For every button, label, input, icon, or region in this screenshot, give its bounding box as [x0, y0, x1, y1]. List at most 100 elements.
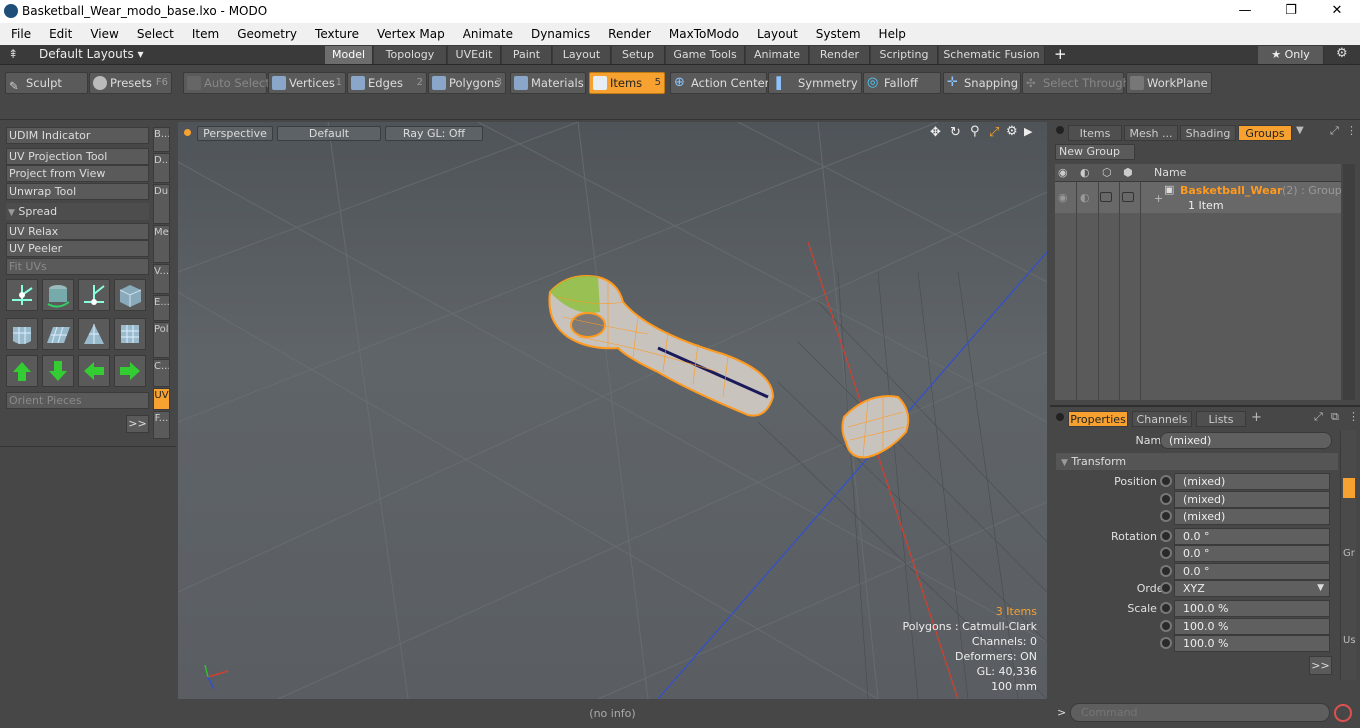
row-visibility-icon[interactable]: ◉ [1058, 191, 1068, 204]
tab-topology[interactable]: Topology [374, 46, 447, 64]
render-col-icon[interactable]: ◐ [1080, 166, 1090, 179]
properties-menu-icon[interactable]: ⋮ [1348, 410, 1359, 423]
groups-tab-dropdown-icon[interactable]: ▼ [1296, 125, 1304, 136]
menu-select[interactable]: Select [126, 27, 181, 41]
falloff-button[interactable]: ◎ Falloff [863, 72, 941, 94]
auto-select-button[interactable]: Auto Select [183, 72, 270, 94]
position-y-keyframe-icon[interactable] [1160, 493, 1172, 505]
menu-texture[interactable]: Texture [304, 27, 366, 41]
maximize-button[interactable]: ❐ [1268, 0, 1314, 23]
groups-scrollbar[interactable] [1343, 164, 1355, 400]
properties-float-icon[interactable]: ⧉ [1331, 410, 1339, 424]
vertices-button[interactable]: Vertices 1 [268, 72, 346, 94]
project-from-view-button[interactable]: Project from View [6, 165, 149, 182]
vtab-mesh-edit[interactable]: Mes... [153, 225, 170, 263]
shading-dropdown[interactable]: Default [277, 126, 381, 141]
menu-geometry[interactable]: Geometry [226, 27, 304, 41]
action-center-button[interactable]: ⊕ Action Center [670, 72, 769, 94]
orient-pieces-button[interactable]: Orient Pieces [6, 392, 149, 409]
row-select-checkbox[interactable] [1122, 192, 1134, 202]
uv-peeler-button[interactable]: UV Peeler [6, 240, 149, 257]
zoom-icon[interactable]: ⚲ [970, 124, 980, 139]
vtab-deform[interactable]: D... [153, 153, 170, 183]
vtab-fusion[interactable]: F... [153, 411, 170, 439]
order-keyframe-icon[interactable] [1160, 582, 1172, 594]
tab-items[interactable]: Items [1068, 125, 1122, 141]
tab-lists[interactable]: Lists [1196, 411, 1246, 427]
vtab-uv[interactable]: UV [153, 388, 170, 410]
tab-shading[interactable]: Shading [1180, 125, 1236, 141]
maximize-viewport-icon[interactable]: ⤢ [989, 125, 999, 140]
menu-layout[interactable]: Layout [746, 27, 805, 41]
scale-y-keyframe-icon[interactable] [1160, 620, 1172, 632]
tab-game-tools[interactable]: Game Tools [666, 46, 745, 64]
groups-menu-icon[interactable]: ⋮ [1346, 124, 1357, 137]
rotation-y-keyframe-icon[interactable] [1160, 547, 1172, 559]
sculpt-button[interactable]: ✎ Sculpt [5, 72, 88, 94]
workplane-button[interactable]: WorkPlane [1126, 72, 1212, 94]
select-col-icon[interactable]: ⬢ [1123, 166, 1133, 179]
menu-item[interactable]: Item [181, 27, 226, 41]
uv-sphere-icon[interactable] [6, 318, 38, 350]
uv-move-icon[interactable] [78, 279, 110, 311]
tab-setup[interactable]: Setup [612, 46, 665, 64]
scale-y-field[interactable]: 100.0 % [1174, 618, 1330, 635]
position-z-keyframe-icon[interactable] [1160, 510, 1172, 522]
pan-icon[interactable]: ✥ [930, 125, 941, 140]
tab-mesh[interactable]: Mesh ... [1124, 125, 1178, 141]
raygl-dropdown[interactable]: Ray GL: Off [385, 126, 483, 141]
order-dropdown[interactable]: XYZ ▼ [1174, 580, 1330, 597]
vtab-duplicate[interactable]: Du... [153, 184, 170, 224]
tab-groups[interactable]: Groups [1238, 125, 1292, 141]
vtab-basic[interactable]: B... [153, 127, 170, 152]
side-tab-gr[interactable]: Gr [1343, 548, 1355, 559]
add-properties-tab-icon[interactable]: + [1251, 410, 1262, 425]
minimize-button[interactable]: — [1222, 0, 1268, 23]
name-field[interactable]: (mixed) [1160, 432, 1332, 449]
tab-scripting[interactable]: Scripting [871, 46, 938, 64]
udim-indicator-button[interactable]: UDIM Indicator [6, 127, 149, 144]
position-x-keyframe-icon[interactable] [1160, 475, 1172, 487]
position-x-field[interactable]: (mixed) [1174, 473, 1330, 490]
uv-pyramid-icon[interactable] [78, 318, 110, 350]
panel-splitter[interactable] [1050, 405, 1360, 407]
arrow-left-icon[interactable] [78, 355, 110, 387]
uv-projection-tool-button[interactable]: UV Projection Tool [6, 148, 149, 165]
uv-planar-icon[interactable] [42, 318, 74, 350]
menu-dynamics[interactable]: Dynamics [520, 27, 597, 41]
name-column-header[interactable]: Name [1154, 166, 1186, 179]
scale-z-keyframe-icon[interactable] [1160, 637, 1172, 649]
unwrap-tool-button[interactable]: Unwrap Tool [6, 183, 149, 200]
record-icon[interactable] [1334, 704, 1352, 722]
visibility-col-icon[interactable]: ◉ [1058, 166, 1068, 179]
vtab-curve[interactable]: C... [153, 359, 170, 387]
edges-button[interactable]: Edges 2 [347, 72, 427, 94]
arrow-right-icon[interactable] [114, 355, 146, 387]
tab-schematic-fusion[interactable]: Schematic Fusion [939, 46, 1045, 64]
vtab-vertex[interactable]: V... [153, 264, 170, 294]
items-button[interactable]: Items 5 [589, 72, 665, 94]
menu-help[interactable]: Help [868, 27, 913, 41]
arrow-down-icon[interactable] [42, 355, 74, 387]
materials-button[interactable]: Materials [510, 72, 586, 94]
spread-section[interactable]: ▼ Spread [6, 203, 149, 220]
tab-animate[interactable]: Animate [746, 46, 809, 64]
viewport-gear-icon[interactable]: ⚙ [1006, 124, 1018, 139]
menu-animate[interactable]: Animate [452, 27, 520, 41]
menu-file[interactable]: File [0, 27, 38, 41]
rotation-y-field[interactable]: 0.0 ° [1174, 545, 1330, 562]
uv-relax-button[interactable]: UV Relax [6, 223, 149, 240]
tab-render[interactable]: Render [810, 46, 870, 64]
arrow-up-icon[interactable] [6, 355, 38, 387]
uv-unwrap-icon[interactable] [114, 318, 146, 350]
properties-expand-icon[interactable]: ⤢ [1314, 410, 1323, 424]
uv-cylinder-icon[interactable] [42, 279, 74, 311]
menu-view[interactable]: View [79, 27, 125, 41]
viewport-menu-arrow-icon[interactable]: ▶ [1024, 125, 1032, 138]
transform-section[interactable]: ▼ Transform [1056, 453, 1338, 470]
rotation-x-keyframe-icon[interactable] [1160, 530, 1172, 542]
tab-uvedit[interactable]: UVEdit [448, 46, 501, 64]
groups-expand-icon[interactable]: ⤢ [1330, 124, 1339, 138]
tab-model[interactable]: Model [325, 46, 373, 64]
side-active-marker[interactable] [1343, 478, 1355, 498]
